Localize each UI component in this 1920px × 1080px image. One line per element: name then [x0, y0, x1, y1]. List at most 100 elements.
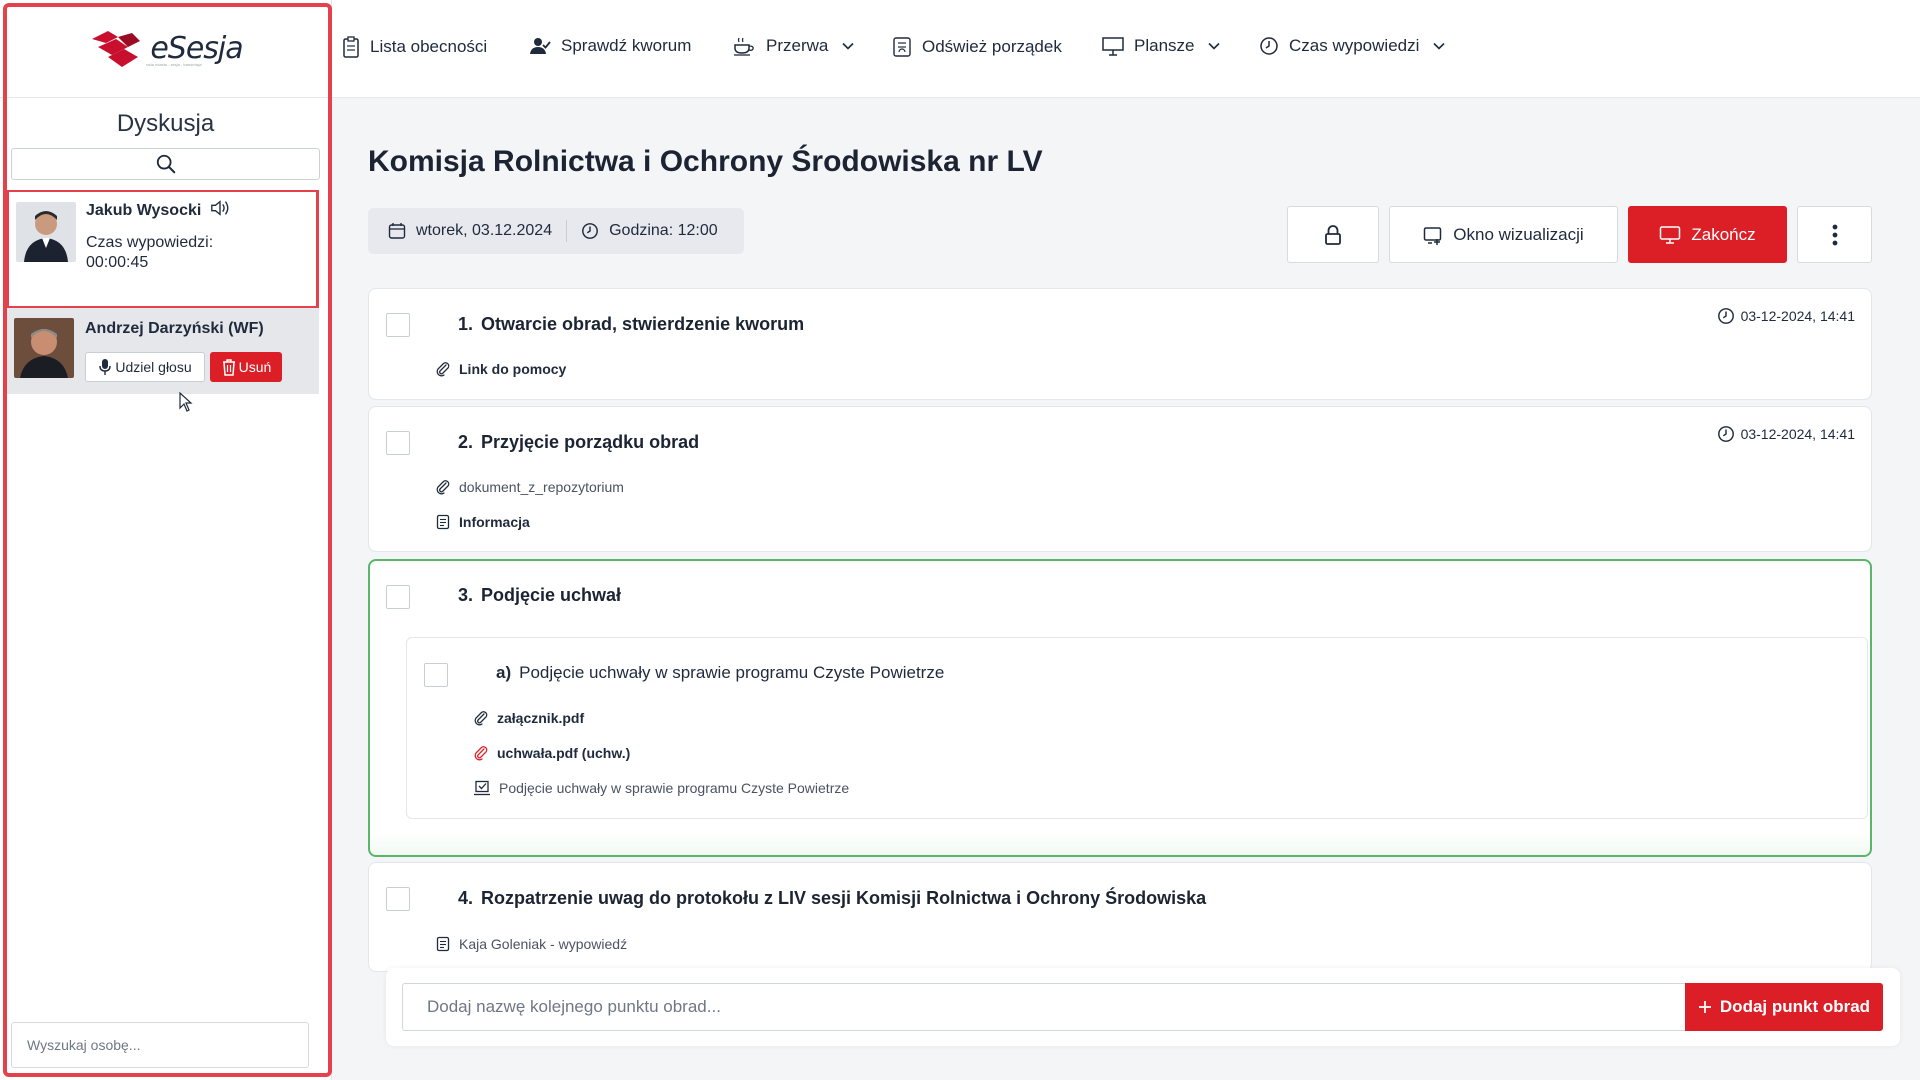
agenda-item-title: 1. Otwarcie obrad, stwierdzenie kworum [458, 314, 804, 335]
agenda-item-timestamp: 03-12-2024, 14:41 [1717, 425, 1855, 443]
search-icon [156, 154, 175, 174]
agenda-subitem[interactable]: a) Podjęcie uchwały w sprawie programu Cz… [406, 637, 1868, 819]
attachment-link[interactable]: Informacja [435, 514, 530, 530]
more-options-button[interactable] [1797, 206, 1872, 263]
session-time: Godzina: 12:00 [609, 222, 718, 239]
attendance-list-label: Lista obecności [370, 37, 488, 56]
boards-label: Plansze [1134, 36, 1195, 55]
document-icon [436, 936, 450, 952]
clock-icon [1717, 426, 1734, 442]
sidebar-title: Dyskusja [116, 110, 215, 137]
presentation-board-icon [1102, 37, 1124, 56]
refresh-list-icon [893, 37, 911, 57]
active-speaker-card: Jakub Wysocki Czas wypowiedzi: 00:00:45 [7, 190, 319, 308]
finish-session-label: Zakończ [1691, 224, 1756, 244]
mouse-cursor-icon [179, 392, 193, 412]
agenda-item-title: 4. Rozpatrzenie uwag do protokołu z LIV s… [458, 888, 1206, 909]
visualization-window-label: Okno wizualizacji [1453, 224, 1584, 244]
agenda-item-number: 4. [458, 888, 474, 908]
agenda-item-number: 3. [458, 585, 474, 605]
agenda-item-checkbox[interactable] [386, 313, 410, 337]
add-agenda-item-button[interactable]: Dodaj punkt obrad [1685, 983, 1883, 1031]
logo-text: eSesja [150, 31, 243, 66]
coffee-cup-icon [734, 37, 754, 56]
attachment-link[interactable]: uchwała.pdf (uchw.) [473, 745, 630, 761]
agenda-item-number: 1. [458, 314, 474, 334]
speaking-time-value: 00:00:45 [86, 254, 149, 271]
paperclip-icon [436, 362, 450, 377]
check-quorum-button[interactable]: Sprawdź kworum [529, 36, 691, 56]
refresh-agenda-label: Odśwież porządek [922, 37, 1062, 56]
session-date-chip: wtorek, 03.12.2024 Godzina: 12:00 [368, 208, 744, 254]
check-quorum-label: Sprawdź kworum [561, 36, 692, 55]
person-search-input[interactable]: Wyszukaj osobę... [11, 1022, 309, 1068]
visualization-window-button[interactable]: Okno wizualizacji [1389, 206, 1618, 263]
session-title: Komisja Rolnictwa i Ochrony Środowiska n… [368, 145, 1043, 178]
clock-icon [582, 223, 599, 239]
agenda-item[interactable]: 4. Rozpatrzenie uwag do protokołu z LIV s… [368, 862, 1872, 972]
break-dropdown[interactable]: Przerwa [732, 36, 854, 56]
agenda-item-title: 3. Podjęcie uchwał [458, 585, 621, 606]
session-date: wtorek, 03.12.2024 [416, 222, 553, 239]
active-speaker-name: Jakub Wysocki [86, 202, 202, 219]
attachment-link[interactable]: Link do pomocy [435, 361, 566, 377]
agenda-subitem-title: a) Podjęcie uchwały w sprawie programu Cz… [496, 663, 944, 683]
boards-dropdown[interactable]: Plansze [1102, 36, 1221, 56]
speaking-time-dropdown[interactable]: Czas wypowiedzi [1259, 36, 1445, 56]
agenda-subitem-letter: a) [496, 663, 512, 682]
plus-icon [1698, 1001, 1711, 1013]
kebab-menu-icon [1832, 224, 1837, 245]
refresh-agenda-button[interactable]: Odśwież porządek [892, 36, 1062, 58]
break-label: Przerwa [766, 36, 829, 55]
new-agenda-item-input[interactable]: Dodaj nazwę kolejnego punktu obrad... [402, 983, 1686, 1031]
attendance-list-button[interactable]: Lista obecności [342, 36, 487, 58]
agenda-item[interactable]: 1. Otwarcie obrad, stwierdzenie kworum 03… [368, 288, 1872, 400]
remove-speaker-button[interactable]: Usuń [210, 352, 282, 382]
window-add-icon [1424, 226, 1442, 245]
attachment-label: uchwała.pdf (uchw.) [497, 745, 631, 761]
agenda-item-text: Rozpatrzenie uwag do protokołu z LIV ses… [481, 888, 1207, 908]
remove-speaker-label: Usuń [238, 359, 272, 375]
finish-session-button[interactable]: Zakończ [1628, 206, 1787, 263]
agenda-item-timestamp: 03-12-2024, 14:41 [1717, 307, 1855, 325]
attachment-link[interactable]: załącznik.pdf [473, 710, 584, 726]
agenda-item-checkbox[interactable] [386, 585, 410, 609]
esesja-logo-icon [92, 30, 141, 67]
agenda-item-text: Otwarcie obrad, stwierdzenie kworum [481, 314, 805, 334]
lock-button[interactable] [1287, 206, 1379, 263]
chevron-down-icon [1208, 42, 1221, 50]
agenda-subitem-text: Podjęcie uchwały w sprawie programu Czys… [519, 663, 945, 682]
vote-link[interactable]: Podjęcie uchwały w sprawie programu Czys… [473, 780, 849, 796]
microphone-icon [99, 359, 112, 375]
grant-floor-button[interactable]: Udziel głosu [85, 352, 205, 382]
logo-tagline: rada miasta - sesja - transmisja [146, 62, 202, 67]
queue-item: Andrzej Darzyński (WF) Udziel głosu Usuń [7, 308, 319, 394]
agenda-item-title: 2. Przyjęcie porządku obrad [458, 432, 699, 453]
sidebar-search-button[interactable] [11, 148, 320, 180]
clock-icon [1260, 37, 1278, 55]
document-icon [436, 514, 450, 530]
agenda-item-checkbox[interactable] [386, 887, 410, 911]
agenda-subitem-checkbox[interactable] [424, 663, 448, 687]
trash-icon [222, 359, 235, 376]
attachment-link[interactable]: Kaja Goleniak - wypowiedź [435, 936, 627, 952]
agenda-item-text: Podjęcie uchwał [481, 585, 622, 605]
agenda-item-active[interactable]: 3. Podjęcie uchwał a) Podjęcie uchwały w s… [368, 559, 1872, 857]
chevron-down-icon [1433, 42, 1445, 50]
attachment-label: Podjęcie uchwały w sprawie programu Czys… [499, 780, 850, 796]
agenda-item-checkbox[interactable] [386, 431, 410, 455]
paperclip-icon [474, 711, 488, 726]
attachment-label: dokument_z_repozytorium [459, 479, 624, 495]
logo: eSesja rada miasta - sesja - transmisja [0, 0, 331, 98]
monitor-icon [1660, 225, 1681, 244]
speaking-time: Czas wypowiedzi: 00:00:45 [86, 233, 213, 273]
attachment-label: Informacja [459, 514, 530, 530]
attachment-link[interactable]: dokument_z_repozytorium [435, 479, 624, 495]
top-toolbar: Lista obecności Sprawdź kworum Przerwa O… [332, 0, 1920, 98]
attachment-label: Kaja Goleniak - wypowiedź [459, 936, 628, 952]
agenda-item-text: Przyjęcie porządku obrad [481, 432, 700, 452]
chevron-down-icon [842, 42, 854, 50]
add-agenda-item-bar: Dodaj nazwę kolejnego punktu obrad... Do… [386, 968, 1900, 1046]
agenda-item[interactable]: 2. Przyjęcie porządku obrad 03-12-2024, 1… [368, 406, 1872, 552]
add-agenda-item-label: Dodaj punkt obrad [1719, 997, 1871, 1016]
